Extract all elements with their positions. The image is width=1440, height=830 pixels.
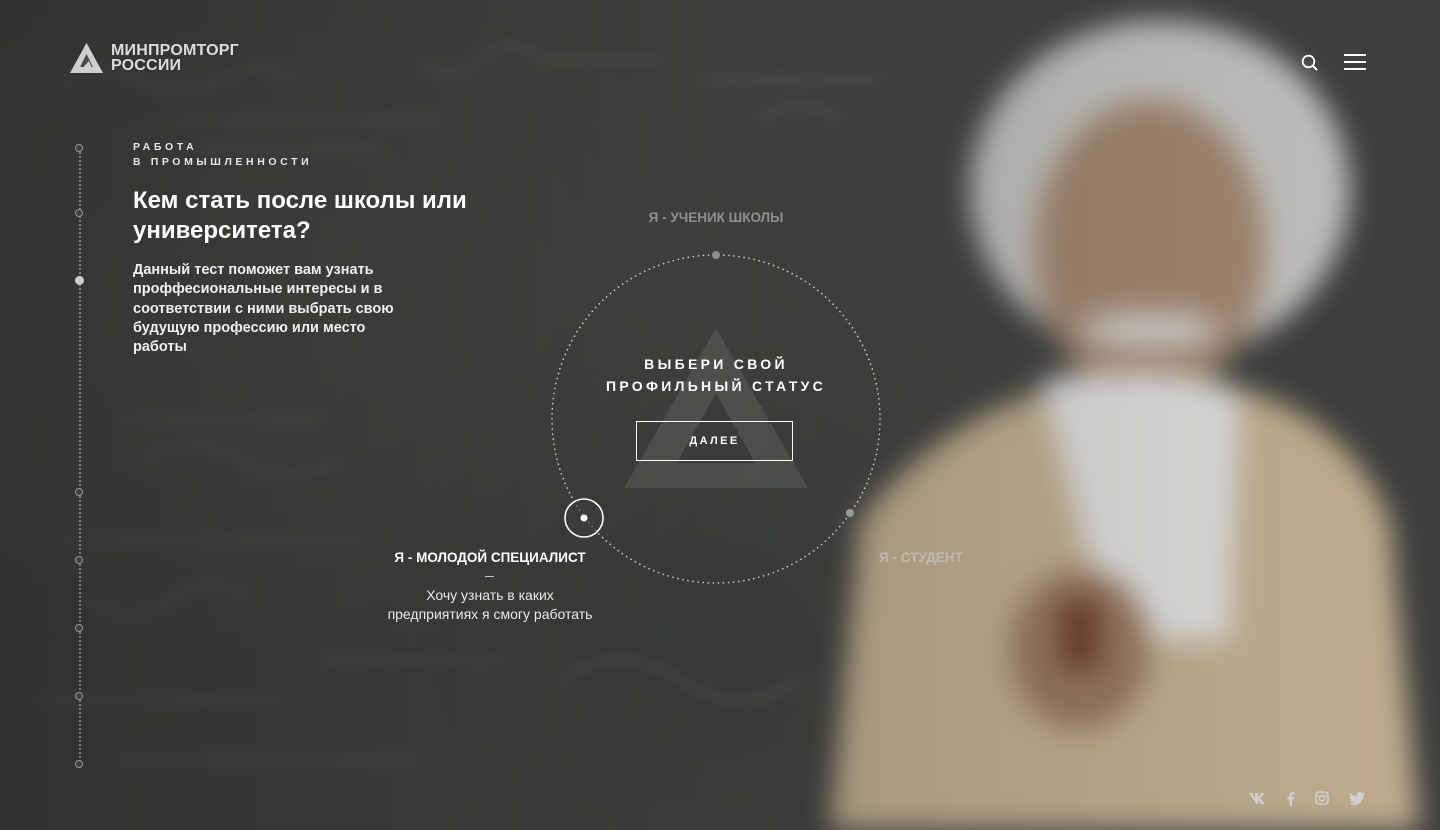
- progress-step[interactable]: [75, 556, 83, 564]
- section-label-line-1: РАБОТА: [133, 141, 198, 153]
- option-young-description: Хочу узнать в каких предприятиях я смогу…: [387, 587, 593, 622]
- logo-line-1: МИНПРОМТОРГ: [111, 42, 239, 59]
- wheel-node-student: [846, 509, 854, 517]
- search-button[interactable]: [1300, 53, 1320, 73]
- progress-step[interactable]: [75, 624, 83, 632]
- progress-step[interactable]: [75, 209, 83, 217]
- option-student[interactable]: Я - СТУДЕНТ: [879, 550, 963, 565]
- page-title: Кем стать после школы или университета?: [133, 187, 467, 244]
- progress-rail: [75, 144, 84, 768]
- option-divider: [485, 576, 494, 577]
- progress-line: [79, 148, 81, 762]
- option-young-specialist[interactable]: Я - МОЛОДОЙ СПЕЦИАЛИСТ: [380, 550, 600, 565]
- section-label-line-2: В ПРОМЫШЛЕННОСТИ: [133, 156, 313, 168]
- wheel-title-line-1: ВЫБЕРИ СВОЙ: [644, 356, 788, 372]
- wheel-title-line-2: ПРОФИЛЬНЫЙ СТАТУС: [605, 378, 827, 394]
- page-description: Данный тест поможет вам узнать проффесио…: [133, 262, 394, 356]
- wheel-node-school: [712, 251, 720, 259]
- progress-step[interactable]: [75, 760, 83, 768]
- section-label: РАБОТА В ПРОМЫШЛЕННОСТИ: [133, 140, 312, 170]
- status-wheel: [550, 251, 882, 585]
- instagram-link[interactable]: [1314, 788, 1330, 808]
- progress-step-active[interactable]: [75, 276, 84, 285]
- status-wheel-graphic: [551, 251, 881, 584]
- instagram-icon: [1315, 791, 1329, 805]
- logo-line-2: РОССИИ: [111, 57, 182, 74]
- logo-triangle-icon: [70, 43, 103, 73]
- logo[interactable]: МИНПРОМТОРГ РОССИИ: [70, 42, 239, 74]
- search-icon: [1301, 54, 1318, 71]
- progress-step[interactable]: [75, 488, 83, 496]
- progress-step[interactable]: [75, 692, 83, 700]
- option-school-student[interactable]: Я - УЧЕНИК ШКОЛЫ: [560, 210, 872, 225]
- logo-text: МИНПРОМТОРГ РОССИИ: [111, 42, 239, 74]
- vk-icon: [1249, 793, 1265, 804]
- twitter-link[interactable]: [1348, 788, 1366, 808]
- wheel-logo-watermark-icon: [624, 328, 808, 488]
- hamburger-menu-icon: [1344, 54, 1366, 56]
- hamburger-menu-button[interactable]: [1344, 54, 1366, 70]
- vk-link[interactable]: [1248, 788, 1270, 808]
- wheel-title: ВЫБЕРИ СВОЙ ПРОФИЛЬНЫЙ СТАТУС: [550, 353, 882, 397]
- facebook-link[interactable]: [1284, 788, 1298, 808]
- facebook-icon: [1287, 791, 1295, 806]
- progress-step[interactable]: [75, 144, 83, 152]
- twitter-icon: [1349, 791, 1365, 805]
- next-button[interactable]: ДАЛЕЕ: [636, 421, 793, 461]
